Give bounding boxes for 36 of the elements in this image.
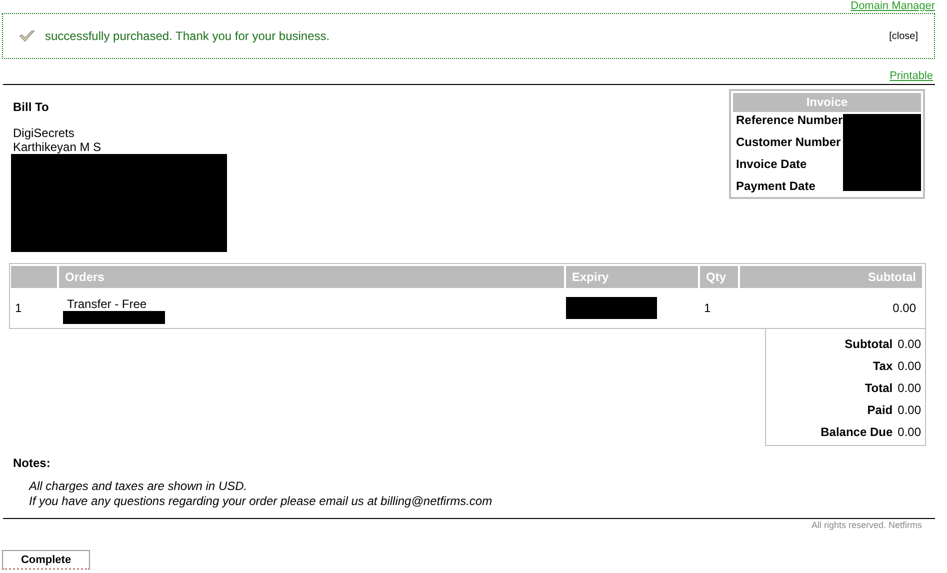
copyright-text: All rights reserved. Netfirms bbox=[810, 520, 922, 530]
address-line: Karthikeyan M S bbox=[13, 140, 102, 154]
total-label: Tax bbox=[872, 359, 893, 373]
column-header: Qty bbox=[700, 266, 738, 288]
column-header: Orders bbox=[59, 266, 564, 288]
invoice-field-label: Payment Date bbox=[736, 178, 816, 195]
bill-to-heading: Bill To bbox=[13, 100, 50, 114]
total-value: 0.00 bbox=[898, 425, 921, 439]
notes-heading: Notes: bbox=[13, 456, 52, 470]
complete-button[interactable]: Complete bbox=[2, 550, 90, 570]
invoice-field-label: Invoice Date bbox=[736, 156, 808, 173]
table-cell-text: 1 bbox=[703, 300, 712, 317]
total-value: 0.00 bbox=[898, 359, 921, 373]
checkmark-icon bbox=[19, 30, 35, 42]
total-value: 0.00 bbox=[898, 337, 921, 351]
printable-link[interactable]: Printable bbox=[890, 70, 933, 84]
note-text: All charges and taxes are shown in USD. bbox=[29, 479, 248, 494]
invoice-heading: Invoice bbox=[733, 93, 921, 112]
order-item: Transfer - Free bbox=[66, 296, 148, 310]
total-label: Total bbox=[864, 381, 893, 395]
column-header: Expiry bbox=[566, 266, 698, 288]
success-message: successfully purchased. Thank you for your business. bbox=[45, 29, 331, 43]
total-value: 0.00 bbox=[898, 403, 921, 417]
note-text: If you have any questions regarding your order please email us at billing@netfirms.com bbox=[29, 494, 494, 509]
total-label: Paid bbox=[867, 403, 893, 417]
total-value: 0.00 bbox=[898, 381, 921, 395]
invoice-field-label: Reference Number bbox=[736, 112, 843, 129]
close-link[interactable]: [close] bbox=[889, 30, 918, 42]
total-label: Balance Due bbox=[820, 425, 893, 439]
table-cell-text: 0.00 bbox=[892, 300, 917, 317]
column-header: Subtotal bbox=[740, 266, 922, 288]
total-label: Subtotal bbox=[844, 337, 893, 351]
table-cell-text: 1 bbox=[14, 300, 23, 317]
address-line: DigiSecrets bbox=[13, 126, 76, 140]
invoice-field-label: Customer Number bbox=[736, 134, 842, 151]
domain-manager-link[interactable]: Domain Manager bbox=[850, 0, 935, 13]
